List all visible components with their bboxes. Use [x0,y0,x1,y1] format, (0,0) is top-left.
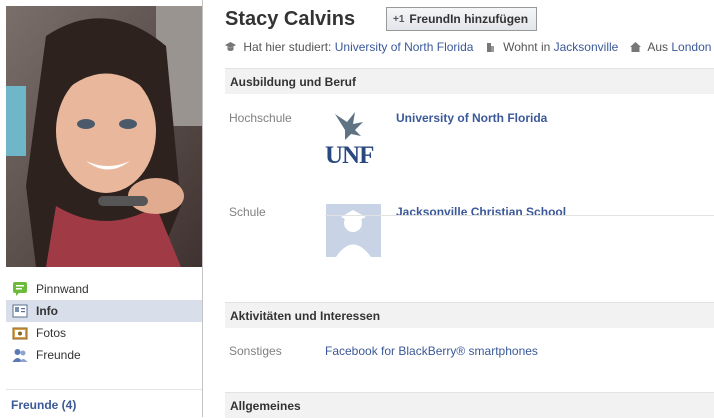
lives-link[interactable]: Jacksonville [554,40,619,54]
left-column: Pinnwand Info Fotos Freunde Freunde (4) [0,0,203,417]
from-segment: Aus London [629,40,711,54]
school-label: Schule [229,205,266,219]
building-icon [486,43,494,52]
graduation-cap-icon [225,42,236,51]
info-icon [12,303,28,319]
profile-name: Stacy Calvins [225,8,356,30]
studied-segment: Hat hier studiert: University of North F… [225,40,477,54]
college-logo-text: UNF [325,142,374,169]
nav-item-label: Freunde [36,348,81,362]
add-friend-icon: +1 [393,13,405,25]
school-name-link[interactable]: Jacksonville Christian School [396,205,566,219]
nav-item-label: Pinnwand [36,282,89,296]
profile-info-line: Hat hier studiert: University of North F… [225,40,714,54]
friends-count-link[interactable]: Freunde (4) [11,398,76,412]
nav-item-info[interactable]: Info [6,300,202,322]
profile-nav: Pinnwand Info Fotos Freunde [6,278,202,366]
divider [325,215,714,216]
college-name-link[interactable]: University of North Florida [396,111,547,125]
friends-icon [12,347,28,363]
profile-photo-image [6,6,202,267]
add-friend-button[interactable]: +1 FreundIn hinzufügen [386,7,538,31]
nav-item-friends[interactable]: Freunde [6,344,202,366]
nav-item-label: Fotos [36,326,67,340]
other-label: Sonstiges [229,344,282,358]
section-header-education: Ausbildung und Beruf [225,68,714,94]
nav-item-label: Info [36,304,58,318]
wall-icon [12,281,28,297]
school-placeholder-icon [336,210,371,257]
photos-icon [12,325,28,341]
from-link[interactable]: London [671,40,711,54]
school-logo[interactable] [326,204,381,257]
lives-prefix: Wohnt in [503,40,551,54]
college-logo[interactable]: UNF [325,108,383,169]
college-label: Hochschule [229,111,292,125]
section-header-activities: Aktivitäten und Interessen [225,302,714,328]
section-header-general: Allgemeines [225,392,714,418]
add-friend-label: FreundIn hinzufügen [409,12,529,26]
from-prefix: Aus [647,40,669,54]
profile-photo[interactable] [6,6,202,267]
home-icon [629,42,641,52]
nav-item-wall[interactable]: Pinnwand [6,278,202,300]
studied-prefix: Hat hier studiert: [243,40,332,54]
other-value-link[interactable]: Facebook for BlackBerry® smartphones [325,344,538,358]
lives-segment: Wohnt in Jacksonville [485,40,622,54]
divider [6,389,202,390]
studied-link[interactable]: University of North Florida [335,40,474,54]
nav-item-photos[interactable]: Fotos [6,322,202,344]
